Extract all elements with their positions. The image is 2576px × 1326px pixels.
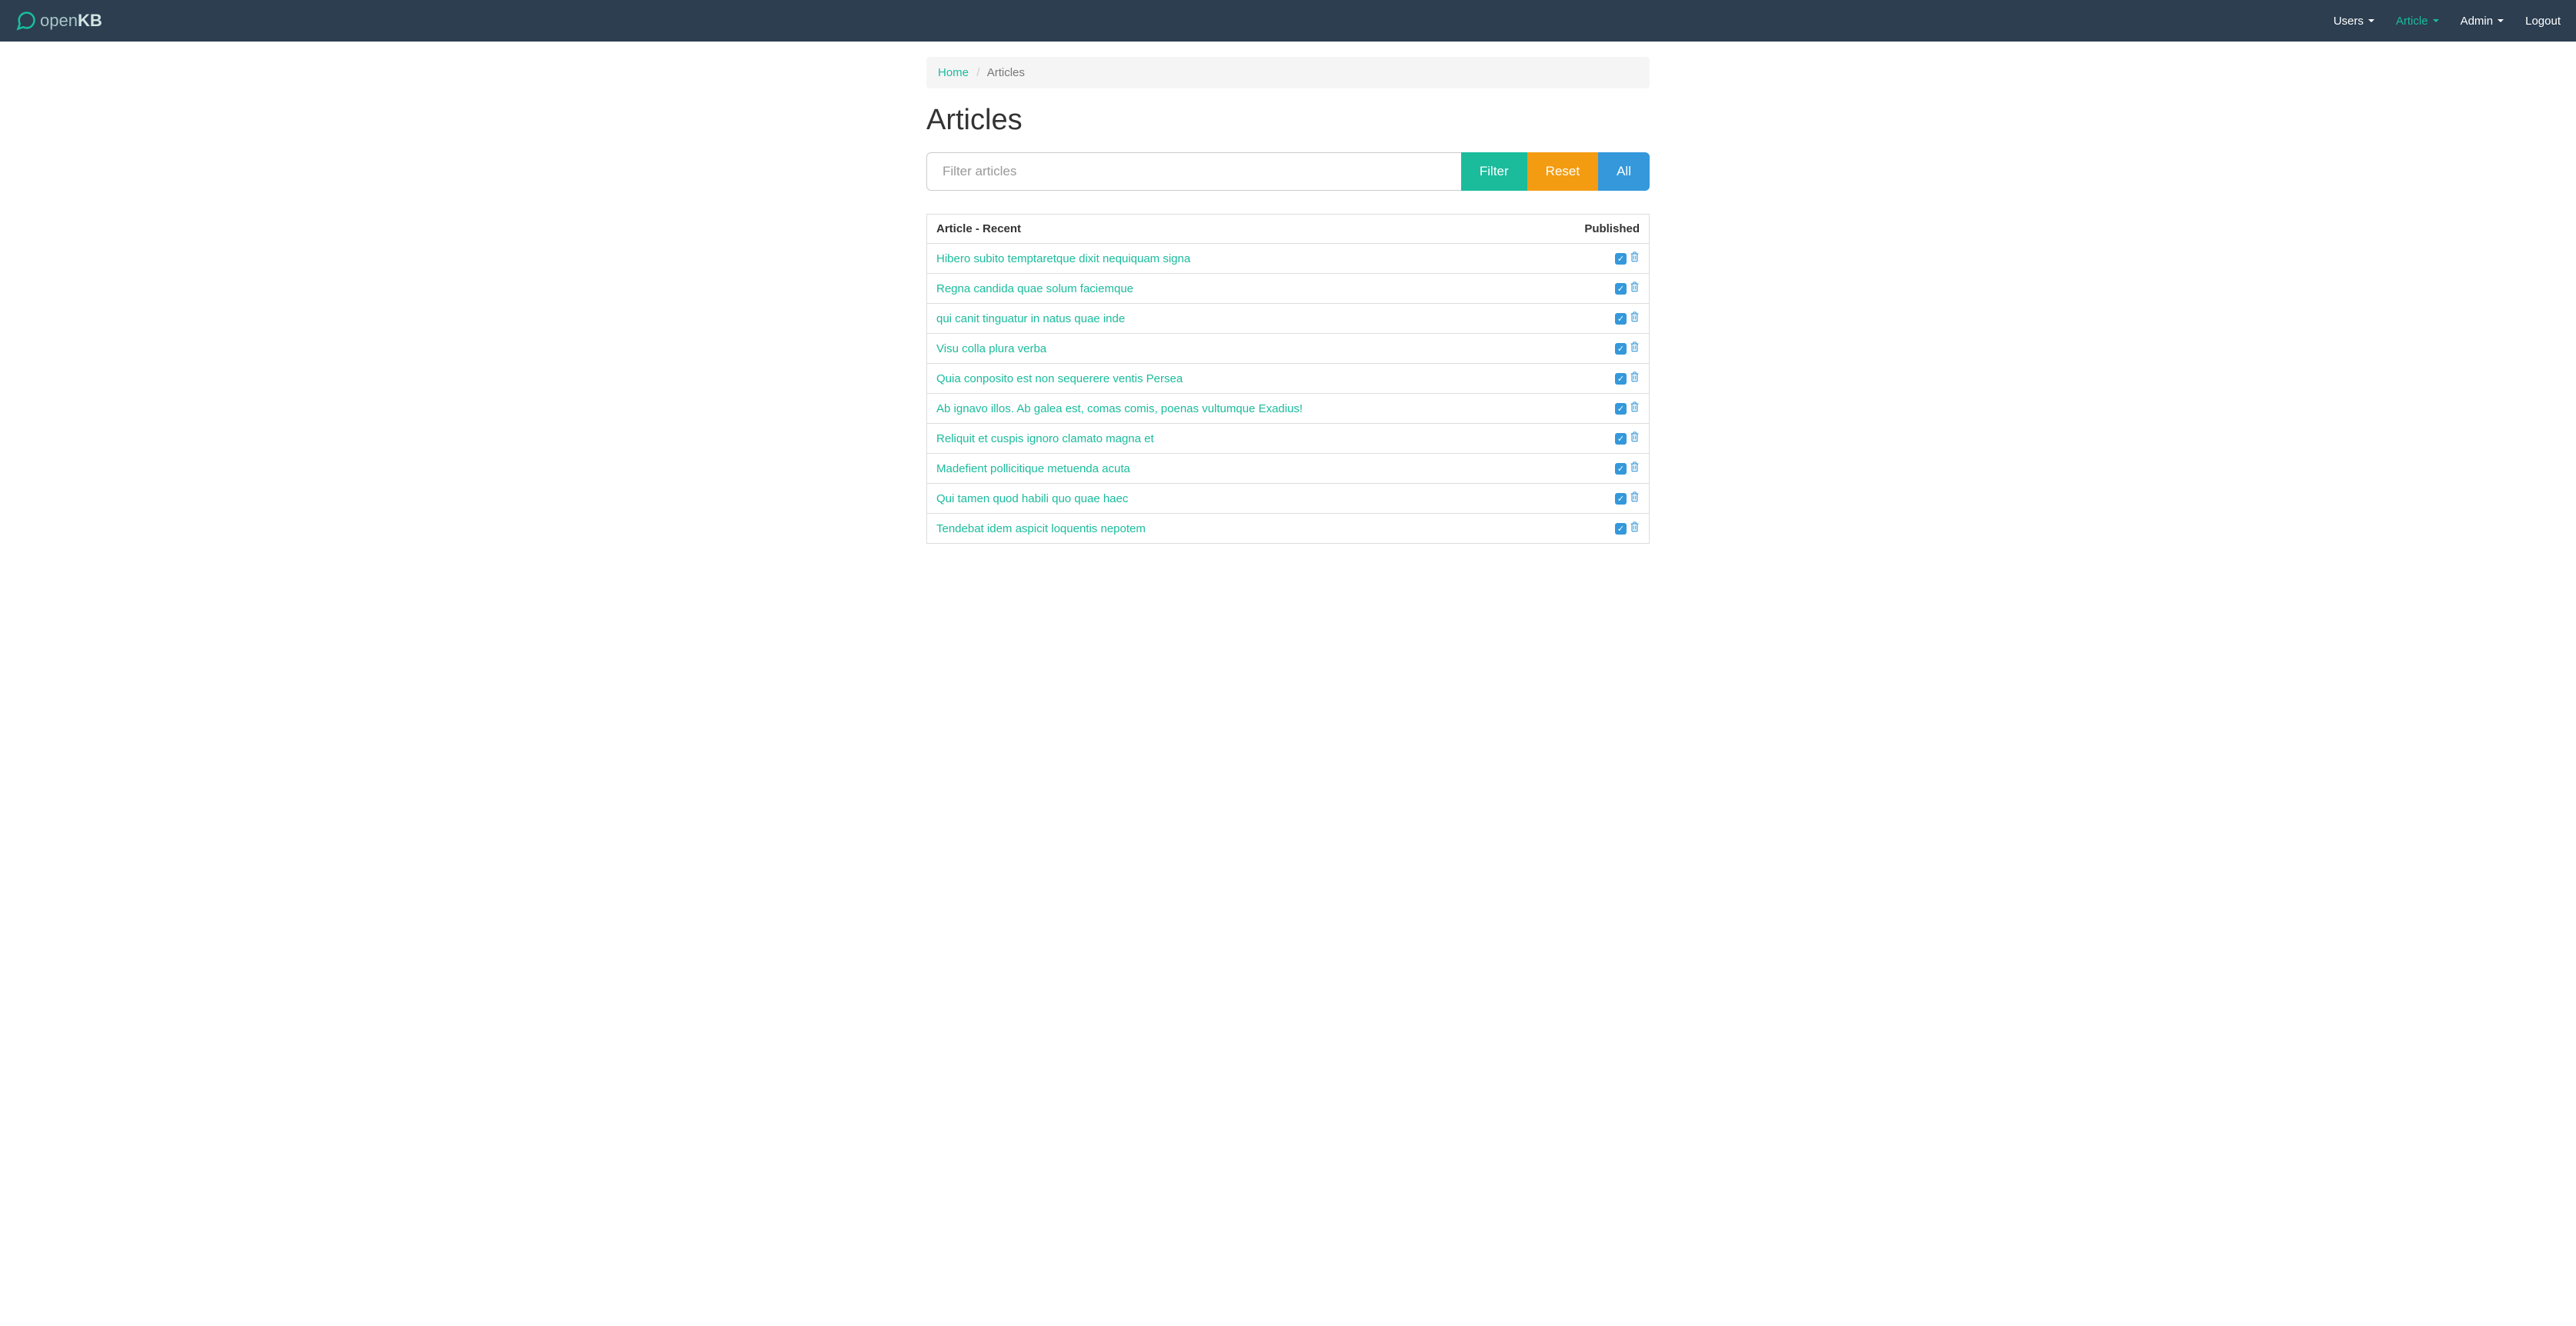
trash-icon[interactable] [1630, 252, 1640, 265]
trash-icon[interactable] [1630, 312, 1640, 325]
trash-icon[interactable] [1630, 492, 1640, 505]
table-row: Qui tamen quod habili quo quae haec ✓ [927, 484, 1650, 514]
filter-input[interactable] [926, 152, 1461, 191]
trash-icon[interactable] [1630, 462, 1640, 475]
breadcrumb: Home / Articles [926, 57, 1650, 88]
all-button[interactable]: All [1598, 152, 1650, 191]
table-row: Regna candida quae solum faciemque ✓ [927, 274, 1650, 304]
caret-down-icon [2498, 19, 2504, 22]
main-container: Home / Articles Articles Filter Reset Al… [915, 42, 1661, 559]
trash-icon[interactable] [1630, 342, 1640, 355]
caret-down-icon [2433, 19, 2439, 22]
article-link[interactable]: Qui tamen quod habili quo quae haec [936, 492, 1128, 505]
table-row: Visu colla plura verba ✓ [927, 334, 1650, 364]
reset-button[interactable]: Reset [1527, 152, 1598, 191]
published-checkbox[interactable]: ✓ [1615, 343, 1627, 355]
navbar: openKB Users Article Admin Logout [0, 0, 2576, 42]
trash-icon[interactable] [1630, 372, 1640, 385]
published-checkbox[interactable]: ✓ [1615, 253, 1627, 265]
page-title: Articles [926, 104, 1650, 137]
published-checkbox[interactable]: ✓ [1615, 523, 1627, 535]
published-checkbox[interactable]: ✓ [1615, 493, 1627, 505]
col-article-header: Article - Recent [927, 215, 1533, 244]
nav-admin-label: Admin [2461, 15, 2494, 28]
published-checkbox[interactable]: ✓ [1615, 373, 1627, 385]
table-row: Hibero subito temptaretque dixit nequiqu… [927, 244, 1650, 274]
article-link[interactable]: Ab ignavo illos. Ab galea est, comas com… [936, 402, 1303, 415]
brand-text-kb: KB [78, 11, 102, 31]
trash-icon[interactable] [1630, 522, 1640, 535]
article-link[interactable]: Tendebat idem aspicit loquentis nepotem [936, 522, 1146, 535]
brand-link[interactable]: openKB [15, 10, 102, 32]
article-link[interactable]: Quia conposito est non sequerere ventis … [936, 372, 1183, 385]
published-checkbox[interactable]: ✓ [1615, 313, 1627, 325]
published-checkbox[interactable]: ✓ [1615, 433, 1627, 445]
caret-down-icon [2368, 19, 2374, 22]
published-checkbox[interactable]: ✓ [1615, 283, 1627, 295]
nav-logout[interactable]: Logout [2525, 15, 2561, 28]
trash-icon[interactable] [1630, 282, 1640, 295]
breadcrumb-current: Articles [987, 66, 1025, 79]
table-row: Quia conposito est non sequerere ventis … [927, 364, 1650, 394]
nav-article[interactable]: Article [2396, 15, 2439, 28]
table-row: Reliquit et cuspis ignoro clamato magna … [927, 424, 1650, 454]
table-row: Madefient pollicitique metuenda acuta ✓ [927, 454, 1650, 484]
nav-article-label: Article [2396, 15, 2428, 28]
article-link[interactable]: Hibero subito temptaretque dixit nequiqu… [936, 252, 1190, 265]
trash-icon[interactable] [1630, 402, 1640, 415]
nav-links: Users Article Admin Logout [2334, 15, 2561, 28]
breadcrumb-separator: / [972, 66, 984, 79]
table-row: qui canit tinguatur in natus quae inde ✓ [927, 304, 1650, 334]
published-checkbox[interactable]: ✓ [1615, 463, 1627, 475]
article-link[interactable]: qui canit tinguatur in natus quae inde [936, 312, 1125, 325]
brand-text-open: open [40, 11, 78, 31]
nav-users-label: Users [2334, 15, 2364, 28]
filter-button[interactable]: Filter [1461, 152, 1527, 191]
col-published-header: Published [1533, 215, 1649, 244]
published-checkbox[interactable]: ✓ [1615, 403, 1627, 415]
breadcrumb-home[interactable]: Home [938, 66, 969, 79]
table-row: Tendebat idem aspicit loquentis nepotem ✓ [927, 514, 1650, 544]
article-link[interactable]: Visu colla plura verba [936, 342, 1046, 355]
nav-admin[interactable]: Admin [2461, 15, 2504, 28]
article-link[interactable]: Madefient pollicitique metuenda acuta [936, 462, 1130, 475]
filter-bar: Filter Reset All [926, 152, 1650, 191]
speech-bubble-icon [15, 10, 37, 32]
trash-icon[interactable] [1630, 432, 1640, 445]
table-row: Ab ignavo illos. Ab galea est, comas com… [927, 394, 1650, 424]
articles-table: Article - Recent Published Hibero subito… [926, 214, 1650, 544]
nav-users[interactable]: Users [2334, 15, 2374, 28]
article-link[interactable]: Regna candida quae solum faciemque [936, 282, 1133, 295]
article-link[interactable]: Reliquit et cuspis ignoro clamato magna … [936, 432, 1154, 445]
